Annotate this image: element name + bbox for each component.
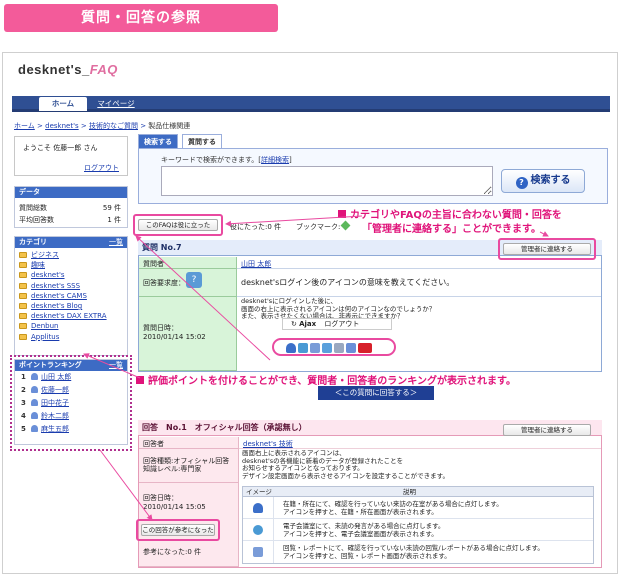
arrow-to-ranking: [83, 353, 141, 379]
arrow-to-helped-button: [225, 215, 363, 227]
arrow-to-reference-button: [99, 449, 153, 521]
arrow-to-helped-from-strip: [135, 235, 271, 361]
annotation-arrows: [83, 215, 549, 521]
arrow-to-manager-button: [539, 231, 549, 237]
